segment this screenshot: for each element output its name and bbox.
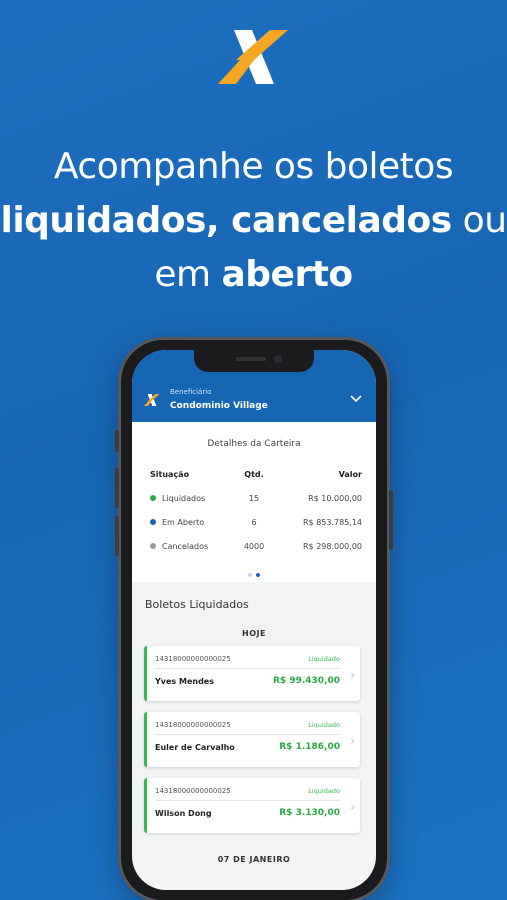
caixa-logo-icon bbox=[218, 30, 288, 84]
status-dot-green bbox=[150, 495, 156, 501]
boleto-status: Liquidado bbox=[308, 721, 340, 729]
divider bbox=[155, 668, 340, 669]
wallet-details-card: Detalhes da Carteira Situação Qtd. Valor… bbox=[132, 422, 376, 582]
chevron-right-icon: › bbox=[350, 668, 355, 682]
phone-screen: Beneficiário Condominio Village Detalhes… bbox=[132, 350, 376, 890]
headline-cancelados: cancelados bbox=[231, 200, 452, 241]
chevron-right-icon: › bbox=[350, 800, 355, 814]
headline-line-1: Acompanhe os boletos bbox=[53, 146, 454, 187]
boleto-code: 14318000000000025 bbox=[155, 787, 231, 795]
boleto-code: 14318000000000025 bbox=[155, 721, 231, 729]
headline-liquidados: liquidados bbox=[0, 200, 206, 241]
boleto-status: Liquidado bbox=[308, 655, 340, 663]
section-label-date: 07 DE JANEIRO bbox=[217, 855, 291, 864]
wallet-table: Situação Qtd. Valor Liquidados 15 R$ 10.… bbox=[150, 470, 362, 566]
boleto-amount: R$ 3.130,00 bbox=[279, 808, 340, 818]
row-status: Em Aberto bbox=[162, 518, 205, 527]
phone-volume-down bbox=[115, 516, 119, 556]
pager-dot-2-active[interactable] bbox=[256, 573, 260, 577]
boleto-amount: R$ 1.186,00 bbox=[279, 742, 340, 752]
section-label-today: HOJE bbox=[242, 629, 266, 638]
phone-mute-switch bbox=[115, 430, 119, 452]
list-title: Boletos Liquidados bbox=[145, 598, 249, 611]
row-qty: 6 bbox=[251, 518, 257, 527]
status-dot-gray bbox=[150, 543, 156, 549]
beneficiary-label: Beneficiário bbox=[170, 388, 212, 396]
boleto-card[interactable]: 14318000000000025 Liquidado Yves Mendes … bbox=[144, 646, 360, 701]
wallet-row-liquidados[interactable]: Liquidados 15 R$ 10.000,00 bbox=[150, 494, 362, 518]
divider bbox=[155, 800, 340, 801]
status-dot-blue bbox=[150, 519, 156, 525]
row-value: R$ 10.000,00 bbox=[308, 494, 362, 503]
chevron-right-icon: › bbox=[350, 734, 355, 748]
headline-comma: , bbox=[205, 200, 232, 241]
boleto-code: 14318000000000025 bbox=[155, 655, 231, 663]
divider bbox=[155, 734, 340, 735]
boleto-payer: Wilson Dong bbox=[155, 809, 212, 818]
wallet-table-header: Situação Qtd. Valor bbox=[150, 470, 362, 494]
boleto-card[interactable]: 14318000000000025 Liquidado Euler de Car… bbox=[144, 712, 360, 767]
chevron-down-icon[interactable] bbox=[350, 395, 362, 403]
boleto-amount: R$ 99.430,00 bbox=[273, 676, 340, 686]
boleto-status: Liquidado bbox=[308, 787, 340, 795]
phone-notch bbox=[194, 350, 314, 372]
caixa-x-logo-icon bbox=[144, 394, 160, 406]
phone-volume-up bbox=[115, 468, 119, 508]
header-qty: Qtd. bbox=[244, 470, 264, 479]
row-status: Cancelados bbox=[162, 542, 209, 551]
phone-mockup: Beneficiário Condominio Village Detalhes… bbox=[115, 340, 393, 900]
boleto-card[interactable]: 14318000000000025 Liquidado Wilson Dong … bbox=[144, 778, 360, 833]
camera bbox=[274, 355, 282, 363]
row-value: R$ 298.000,00 bbox=[303, 542, 362, 551]
header-status: Situação bbox=[150, 470, 190, 479]
headline-ou: ou bbox=[451, 200, 507, 241]
headline-aberto: aberto bbox=[221, 254, 353, 295]
beneficiary-name: Condominio Village bbox=[170, 401, 268, 411]
boleto-payer: Yves Mendes bbox=[155, 677, 214, 686]
wallet-title: Detalhes da Carteira bbox=[207, 439, 301, 449]
row-qty: 4000 bbox=[243, 542, 265, 551]
header-value: Valor bbox=[338, 470, 362, 479]
wallet-row-em-aberto[interactable]: Em Aberto 6 R$ 853.785,14 bbox=[150, 518, 362, 542]
boleto-payer: Euler de Carvalho bbox=[155, 743, 235, 752]
row-value: R$ 853.785,14 bbox=[303, 518, 362, 527]
headline-em: em bbox=[154, 254, 222, 295]
speaker bbox=[236, 357, 266, 361]
headline: Acompanhe os boletos liquidados, cancela… bbox=[0, 140, 507, 302]
pager-dot-1[interactable] bbox=[248, 573, 252, 577]
row-qty: 15 bbox=[248, 494, 260, 503]
row-status: Liquidados bbox=[162, 494, 206, 503]
carousel-pager[interactable] bbox=[246, 562, 262, 581]
phone-power-button bbox=[389, 490, 393, 550]
